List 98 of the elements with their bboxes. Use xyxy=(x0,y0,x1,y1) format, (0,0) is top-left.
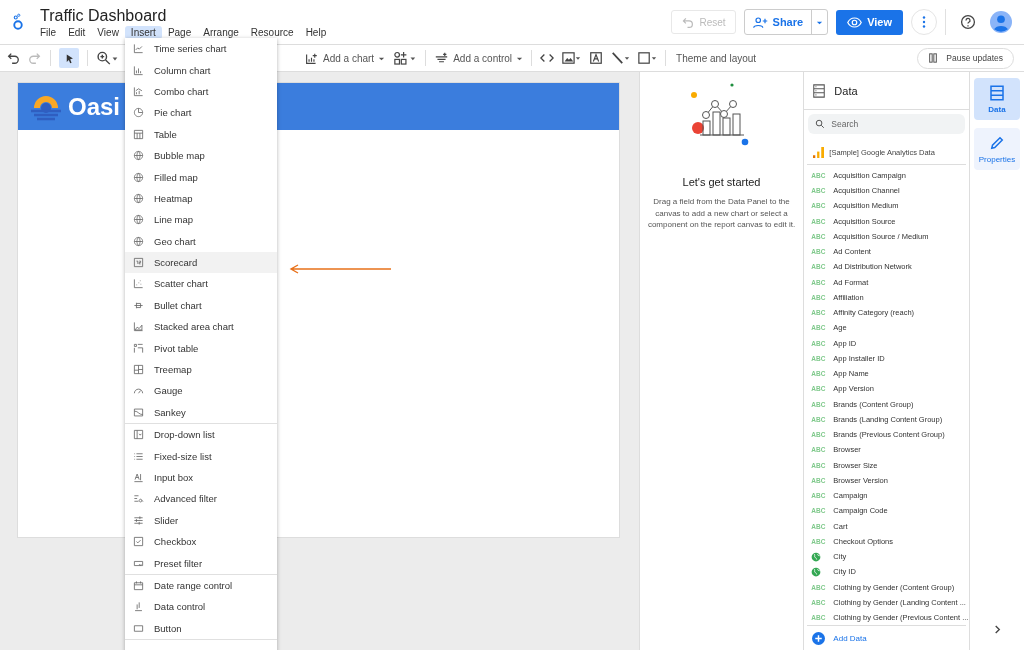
eye-icon xyxy=(847,15,863,29)
globe-icon xyxy=(811,551,822,562)
menu-option[interactable]: Data control xyxy=(125,596,277,618)
list-icon xyxy=(133,450,144,462)
menu-option[interactable]: Gauge xyxy=(125,380,277,402)
chart-plus-icon xyxy=(304,51,319,65)
menu-option[interactable]: Date range control xyxy=(125,574,277,597)
menu-option[interactable]: Checkbox xyxy=(125,531,277,553)
menu-option[interactable]: Heatmap xyxy=(125,187,277,210)
select-tool-button[interactable] xyxy=(59,48,79,68)
help-icon[interactable] xyxy=(960,14,976,30)
menu-option[interactable]: Slider xyxy=(125,509,277,531)
menu-option[interactable]: Advanced filter xyxy=(125,488,277,510)
undo-icon xyxy=(681,15,695,29)
globe-icon xyxy=(133,235,144,247)
control-plus-icon xyxy=(434,51,450,65)
scatter-icon xyxy=(133,278,144,290)
menu-option[interactable]: Sankey xyxy=(125,401,277,424)
column-icon xyxy=(133,64,144,76)
search-input[interactable]: Search xyxy=(831,119,942,130)
area-icon xyxy=(133,321,144,333)
stack-icon xyxy=(988,84,1006,102)
report-title[interactable]: Traffic Dashboard xyxy=(40,5,333,26)
menu-option[interactable]: Bullet chart xyxy=(125,294,277,317)
menu-option[interactable]: Scatter chart xyxy=(125,273,277,295)
add-control-button[interactable]: Add a control xyxy=(434,51,524,65)
app-logo-icon xyxy=(12,12,24,32)
add-person-icon xyxy=(752,15,768,29)
menu-option[interactable]: Column chart xyxy=(125,59,277,81)
search-field[interactable]: Search xyxy=(808,114,965,135)
pivot-icon xyxy=(133,342,144,354)
menu-option[interactable]: Table xyxy=(125,123,277,145)
menu-item[interactable]: Resource xyxy=(244,25,300,39)
menu-option[interactable]: Filled map xyxy=(125,166,277,188)
globe-icon xyxy=(811,566,822,577)
menu-item[interactable]: File xyxy=(34,25,63,39)
pause-icon xyxy=(928,53,939,63)
get-started-title: Let's get started xyxy=(682,176,761,188)
filter-icon xyxy=(133,493,144,505)
add-chart-button[interactable]: Add a chart xyxy=(304,51,386,65)
menu-item[interactable]: Arrange xyxy=(197,25,245,39)
line-icon[interactable] xyxy=(611,51,631,65)
menu-option[interactable]: Fixed-size list xyxy=(125,445,277,467)
table-icon xyxy=(133,128,144,140)
menu-item[interactable]: Edit xyxy=(62,25,92,39)
pie-icon xyxy=(133,107,144,119)
text-box-icon[interactable] xyxy=(589,51,604,65)
input-icon xyxy=(133,472,144,483)
menu-option[interactable]: Stacked area chart xyxy=(125,316,277,338)
globe-icon xyxy=(133,192,144,204)
add-icon xyxy=(812,631,826,645)
menu-item[interactable]: View xyxy=(91,25,125,39)
scorecard-icon xyxy=(133,257,144,269)
data-panel-icon xyxy=(812,83,827,98)
globe-icon xyxy=(133,214,144,226)
code-icon[interactable] xyxy=(540,51,555,65)
image-icon[interactable] xyxy=(562,51,582,65)
checkbox-icon xyxy=(133,536,144,548)
menu-option[interactable]: Treemap xyxy=(125,358,277,381)
menu-item[interactable]: Page xyxy=(161,25,198,39)
line-icon xyxy=(133,43,144,55)
menu-option[interactable]: Time series chart xyxy=(125,38,277,60)
rectangle-icon[interactable] xyxy=(638,51,658,65)
report-logo-text: Oasi xyxy=(68,92,121,121)
view-button[interactable]: View xyxy=(836,9,903,35)
theme-and-layout-button[interactable]: Theme and layout xyxy=(676,52,757,64)
menu-option[interactable]: Scorecard xyxy=(125,251,277,274)
analytics-bars-icon xyxy=(813,146,825,158)
add-data-link[interactable]: Add Data xyxy=(833,633,867,643)
globe-icon xyxy=(133,150,144,162)
data-panel-title: Data xyxy=(834,84,858,97)
get-started-text: Drag a field from the Data Panel to the canvas to add a new chart or select a component on the report canvas to edit it. xyxy=(647,196,796,231)
menu-item[interactable]: Insert xyxy=(124,25,162,39)
menu-item[interactable]: Help xyxy=(299,25,333,39)
menu-option[interactable]: Preset filter xyxy=(125,552,277,574)
menu-option[interactable]: Drop-down list xyxy=(125,424,277,446)
panel-tab[interactable]: Properties xyxy=(974,128,1020,170)
dropdown-icon xyxy=(133,429,144,441)
pencil-icon xyxy=(988,134,1006,152)
menu-option[interactable]: Bubble map xyxy=(125,144,277,167)
search-icon xyxy=(815,119,826,130)
treemap-icon xyxy=(133,364,144,376)
avatar-icon[interactable] xyxy=(990,11,1012,33)
date-icon xyxy=(133,579,144,591)
menu-option[interactable]: Line map xyxy=(125,209,277,231)
menu-option[interactable]: Pie chart xyxy=(125,102,277,124)
more-icon xyxy=(922,16,926,28)
menu-option[interactable]: Button xyxy=(125,617,277,639)
slider-icon xyxy=(133,514,144,526)
undo-icon[interactable] xyxy=(6,51,20,65)
chevron-right-icon[interactable] xyxy=(992,625,1002,634)
menu-option[interactable]: Pivot table xyxy=(125,337,277,359)
globe-icon xyxy=(133,171,144,183)
menu-option[interactable]: Combo chart xyxy=(125,80,277,103)
zoom-icon[interactable] xyxy=(96,50,118,66)
menu-option[interactable]: Geo chart xyxy=(125,230,277,252)
menu-option[interactable]: Input box xyxy=(125,466,277,489)
panel-tab[interactable]: Data xyxy=(974,78,1020,120)
